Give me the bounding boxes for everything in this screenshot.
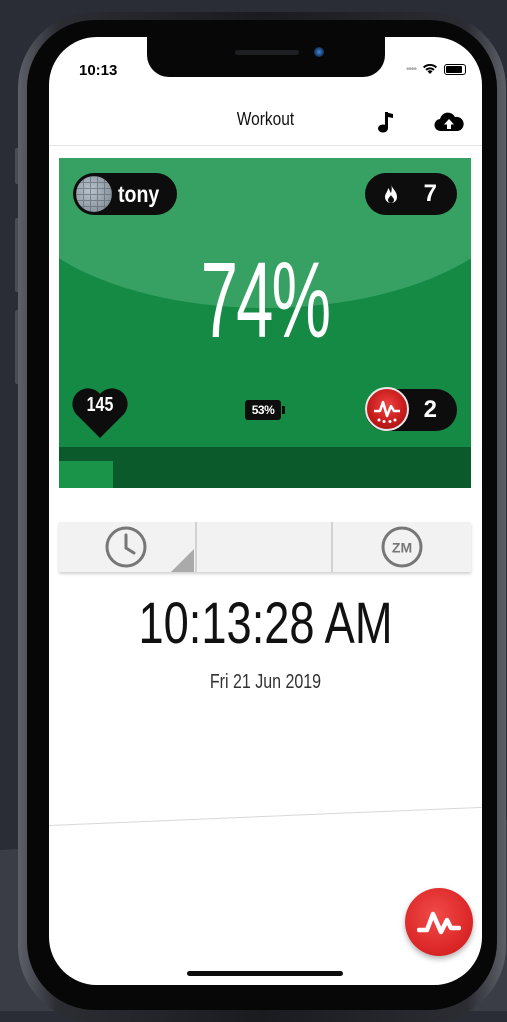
clock-tab-corner-indicator xyxy=(171,549,194,572)
myzone-pulse-icon xyxy=(417,911,461,935)
front-camera xyxy=(314,47,324,57)
effort-percentage: 74% xyxy=(200,239,331,360)
card-progress-fill xyxy=(59,461,113,488)
clock-date: Fri 21 Jun 2019 xyxy=(209,671,322,693)
hall-of-fame-pulse-icon xyxy=(374,400,400,423)
signal-dots-icon: •••• xyxy=(405,63,417,75)
notch xyxy=(147,37,385,77)
card-progress-track xyxy=(59,447,471,488)
earpiece-speaker xyxy=(235,50,299,55)
clock-time: 10:13:28 AM xyxy=(138,591,393,656)
clock-icon[interactable] xyxy=(103,524,149,570)
tab-divider xyxy=(331,522,333,572)
tab-blank[interactable] xyxy=(197,522,331,572)
effort-card[interactable]: tony 7 74% 145 53% 2 xyxy=(59,158,471,488)
flame-icon xyxy=(385,184,397,203)
user-name: tony xyxy=(118,180,160,207)
sensor-battery-badge: 53% xyxy=(245,400,285,420)
music-note-icon[interactable] xyxy=(374,110,396,134)
avatar xyxy=(76,176,112,212)
status-time: 10:13 xyxy=(79,62,118,79)
zm-label: ZM xyxy=(392,540,412,556)
hall-of-fame-icon xyxy=(365,387,409,431)
myzone-fab-button[interactable] xyxy=(405,888,473,956)
status-icons: •••• xyxy=(406,63,466,75)
battery-icon xyxy=(444,63,466,75)
zm-icon[interactable]: ZM xyxy=(379,524,425,570)
mode-tab-bar: ZM xyxy=(59,522,471,572)
streak-value: 7 xyxy=(423,180,437,207)
content-divider xyxy=(49,806,482,826)
hall-of-fame-value: 2 xyxy=(423,396,437,423)
user-pill[interactable]: tony xyxy=(73,173,177,215)
cloud-upload-icon[interactable] xyxy=(433,109,465,135)
phone-screen: 10:13 •••• Workout tony 7 74% 145 53% 2 … xyxy=(49,37,482,985)
navigation-bar: Workout xyxy=(49,97,482,146)
heart-rate-value: 145 xyxy=(86,394,114,416)
home-indicator xyxy=(187,971,343,976)
wifi-icon xyxy=(423,63,437,74)
streak-pill: 7 xyxy=(365,173,457,215)
